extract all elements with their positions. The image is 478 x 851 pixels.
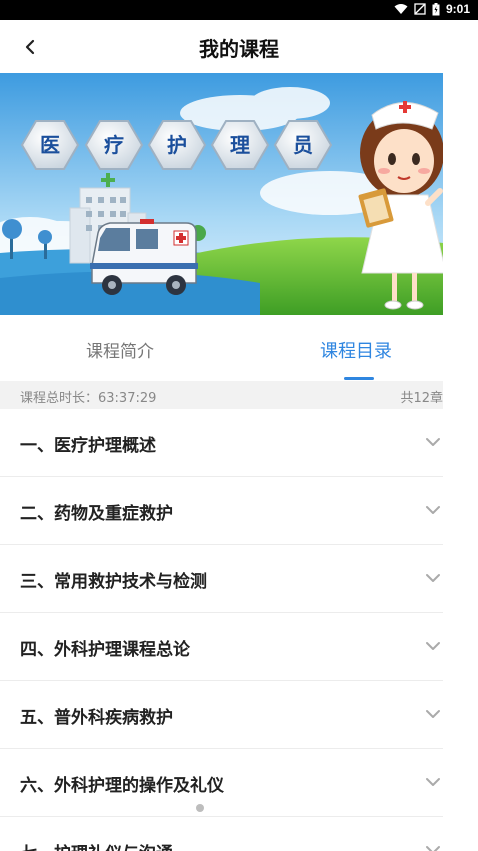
chapter-title: 一、医疗护理概述 <box>20 436 156 456</box>
hex-label: 理 <box>230 135 250 157</box>
course-tabs: 课程简介 课程目录 <box>0 315 478 381</box>
battery-icon <box>432 2 440 15</box>
list-item[interactable]: 二、药物及重症救护 <box>0 477 443 545</box>
list-item[interactable]: 四、外科护理课程总论 <box>0 613 443 681</box>
chapter-title: 二、药物及重症救护 <box>20 504 173 524</box>
app-bar: 我的课程 <box>0 20 478 72</box>
chapter-title: 三、常用救护技术与检测 <box>20 572 207 592</box>
tab-course-intro[interactable]: 课程简介 <box>86 337 154 362</box>
list-item[interactable]: 六、外科护理的操作及礼仪 <box>0 749 443 817</box>
wifi-icon <box>394 4 408 14</box>
chapter-title: 四、外科护理课程总论 <box>20 640 190 660</box>
signal-icon <box>414 3 426 15</box>
chevron-down-icon <box>426 506 440 514</box>
page-title: 我的课程 <box>199 37 279 61</box>
list-item[interactable]: 五、普外科疾病救护 <box>0 681 443 749</box>
status-icons: 9:01 <box>394 2 470 16</box>
hex-label: 员 <box>293 134 313 157</box>
chapter-title: 六、外科护理的操作及礼仪 <box>20 776 224 796</box>
chapter-list: 一、医疗护理概述 二、药物及重症救护 三、常用救护技术与检测 四、外科护理课程总… <box>0 409 443 851</box>
hex-label: 疗 <box>104 133 124 157</box>
ambulance-shape <box>90 219 198 295</box>
list-item[interactable]: 一、医疗护理概述 <box>0 409 443 477</box>
chapter-title: 七、护理礼仪与沟通 <box>20 839 173 851</box>
active-tab-indicator <box>344 377 374 380</box>
hex-label: 医 <box>40 135 60 157</box>
chevron-down-icon <box>426 438 440 446</box>
status-time: 9:01 <box>445 2 470 16</box>
chevron-down-icon <box>426 710 440 718</box>
banner-illustration: 医 疗 护 理 员 <box>0 73 443 315</box>
chapter-count: 共12章 <box>400 391 443 406</box>
list-item[interactable]: 七、护理礼仪与沟通 <box>0 817 443 851</box>
scroll-indicator <box>196 804 204 812</box>
chevron-down-icon <box>426 574 440 582</box>
hex-label: 护 <box>167 133 187 157</box>
chevron-down-icon <box>426 846 440 851</box>
course-info-bar: 课程总时长：63:37:29 共12章 <box>0 381 443 409</box>
list-item[interactable]: 三、常用救护技术与检测 <box>0 545 443 613</box>
status-bar: 9:01 <box>0 0 478 20</box>
course-banner: 医 疗 护 理 员 <box>0 73 443 315</box>
chevron-down-icon <box>426 642 440 650</box>
chapter-title: 五、普外科疾病救护 <box>20 708 173 728</box>
tab-course-catalog[interactable]: 课程目录 <box>320 337 392 363</box>
total-duration: 课程总时长：63:37:29 <box>20 391 157 406</box>
chevron-down-icon <box>426 778 440 786</box>
